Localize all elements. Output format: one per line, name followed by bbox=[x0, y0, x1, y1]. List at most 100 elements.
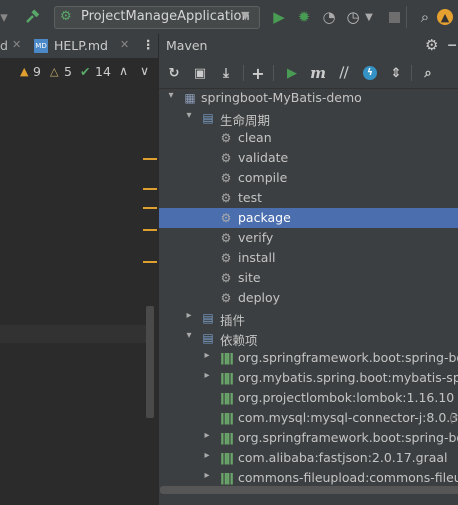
next-highlight-icon[interactable]: ∨ bbox=[140, 63, 149, 78]
library-icon: ǁǁ bbox=[220, 451, 234, 465]
phase-label: verify bbox=[238, 230, 274, 245]
gear-icon: ⚙ bbox=[220, 151, 232, 165]
lifecycle-phase-install[interactable]: ⚙ install bbox=[159, 248, 458, 268]
debug-icon[interactable]: ✹ bbox=[295, 8, 313, 26]
warning-count: 9 bbox=[33, 64, 41, 79]
dependency-label: com.alibaba:fastjson:2.0.17.graal bbox=[238, 450, 448, 465]
run-maven-build-icon[interactable]: ▶ bbox=[283, 64, 301, 82]
add-icon[interactable]: + bbox=[249, 64, 267, 83]
tab-label: HELP.md bbox=[54, 38, 108, 53]
more-tabs-icon[interactable]: ⋮ bbox=[142, 37, 155, 52]
lifecycle-phase-test[interactable]: ⚙ test bbox=[159, 188, 458, 208]
coverage-icon[interactable]: ◔ bbox=[320, 8, 338, 26]
dependency-item[interactable]: ǁǁ com.mysql:mysql-connector-j:8.0.31 (r bbox=[159, 408, 458, 428]
warning-icon: ▲ bbox=[20, 65, 29, 78]
expanded-arrow-icon[interactable]: ▾ bbox=[183, 110, 195, 121]
more-run-chevron-icon[interactable]: ▼ bbox=[364, 8, 374, 26]
phase-label: validate bbox=[238, 150, 289, 165]
tree-lifecycle-node[interactable]: ▾ ▤ 生命周期 bbox=[159, 108, 458, 128]
maven-tool-window: Maven ⚙ − ↻ ▣ ⤓ + ▶ m ⧸⧸ ϟ ⇕ ⌕ ▾ ▦ sprin… bbox=[158, 34, 458, 505]
dependency-item[interactable]: ▸ ǁǁ org.springframework.boot:spring-boo… bbox=[159, 348, 458, 368]
lifecycle-phase-deploy[interactable]: ⚙ deploy bbox=[159, 288, 458, 308]
warning-stripe-mark[interactable] bbox=[143, 229, 157, 231]
lifecycle-phase-compile[interactable]: ⚙ compile bbox=[159, 168, 458, 188]
search-icon[interactable]: ⌕ bbox=[416, 8, 434, 26]
execute-maven-goal-icon[interactable]: m bbox=[309, 64, 327, 82]
profile-icon[interactable]: ◷ bbox=[344, 8, 362, 26]
collapsed-arrow-icon[interactable]: ▸ bbox=[201, 430, 213, 441]
build-hammer-icon[interactable] bbox=[24, 8, 42, 26]
dependency-item[interactable]: ▸ ǁǁ org.mybatis.spring.boot:mybatis-spr… bbox=[159, 368, 458, 388]
gear-icon: ⚙ bbox=[220, 191, 232, 205]
lifecycle-phase-site[interactable]: ⚙ site bbox=[159, 268, 458, 288]
run-icon[interactable]: ▶ bbox=[270, 8, 288, 26]
tab-label-partial[interactable]: d bbox=[0, 38, 8, 53]
analyze-dependencies-icon[interactable]: ⌕ bbox=[419, 64, 437, 82]
code-editor[interactable] bbox=[0, 58, 158, 505]
expanded-arrow-icon[interactable]: ▾ bbox=[183, 330, 195, 341]
collapsed-arrow-icon[interactable]: ▸ bbox=[183, 310, 195, 321]
dependency-label: org.springframework.boot:spring-boot bbox=[238, 430, 458, 445]
toolbar-divider bbox=[273, 65, 274, 81]
phase-label: clean bbox=[238, 130, 272, 145]
collapse-all-icon[interactable]: ⇕ bbox=[387, 64, 405, 82]
editor-scrollbar[interactable] bbox=[146, 306, 154, 418]
plugins-label: 插件 bbox=[220, 313, 246, 328]
maven-title: Maven bbox=[166, 38, 208, 53]
gear-icon: ⚙ bbox=[220, 231, 232, 245]
add-maven-projects-icon[interactable]: ▣ bbox=[191, 64, 209, 82]
stop-icon[interactable] bbox=[385, 8, 403, 26]
run-configuration-selector[interactable]: ⚙ ProjectManageApplication ▼ bbox=[54, 6, 260, 29]
collapsed-arrow-icon[interactable]: ▸ bbox=[201, 470, 213, 481]
markdown-file-icon: MD bbox=[34, 39, 48, 53]
gear-icon: ⚙ bbox=[220, 171, 232, 185]
expanded-arrow-icon[interactable]: ▾ bbox=[165, 90, 177, 101]
dropdown-chevron-icon[interactable]: ▾ bbox=[0, 8, 8, 26]
lifecycle-phase-validate[interactable]: ⚙ validate bbox=[159, 148, 458, 168]
close-tab-icon[interactable]: ✕ bbox=[120, 38, 129, 51]
library-icon: ǁǁ bbox=[220, 431, 234, 445]
spring-boot-icon: ⚙ bbox=[60, 9, 72, 24]
warning-stripe-mark[interactable] bbox=[143, 188, 157, 190]
tree-project-node[interactable]: ▾ ▦ springboot-MyBatis-demo bbox=[159, 88, 458, 108]
lifecycle-phase-verify[interactable]: ⚙ verify bbox=[159, 228, 458, 248]
lifecycle-phase-package[interactable]: ⚙ package bbox=[159, 208, 458, 228]
warning-stripe-mark[interactable] bbox=[143, 261, 157, 263]
gear-icon: ⚙ bbox=[220, 271, 232, 285]
warning-stripe-mark[interactable] bbox=[143, 207, 157, 209]
toggle-offline-icon[interactable]: ⧸⧸ bbox=[335, 64, 353, 82]
hide-window-icon[interactable]: − bbox=[447, 37, 457, 52]
update-icon[interactable]: ▲ bbox=[436, 8, 454, 26]
chevron-down-icon: ▼ bbox=[241, 9, 250, 22]
dependencies-folder-icon: ▤ bbox=[202, 331, 214, 345]
inspection-widget[interactable]: ▲ 9 △ 5 ✔ 14 ∧ ∨ bbox=[0, 60, 158, 84]
dependency-item[interactable]: ▸ ǁǁ org.springframework.boot:spring-boo… bbox=[159, 428, 458, 448]
dependency-item[interactable]: ▸ ǁǁ com.alibaba:fastjson:2.0.17.graal bbox=[159, 448, 458, 468]
phase-label: test bbox=[238, 190, 263, 205]
weak-warning-icon: △ bbox=[50, 65, 59, 78]
weak-warning-count: 5 bbox=[64, 64, 72, 79]
tree-dependencies-node[interactable]: ▾ ▤ 依赖项 bbox=[159, 328, 458, 348]
reload-icon[interactable]: ↻ bbox=[165, 64, 183, 82]
dependency-scope: (r bbox=[449, 410, 458, 425]
previous-highlight-icon[interactable]: ∧ bbox=[119, 63, 128, 78]
settings-gear-icon[interactable]: ⚙ bbox=[425, 36, 438, 54]
collapsed-arrow-icon[interactable]: ▸ bbox=[201, 350, 213, 361]
collapsed-arrow-icon[interactable]: ▸ bbox=[201, 370, 213, 381]
dependency-label: com.mysql:mysql-connector-j:8.0.31 bbox=[238, 410, 458, 425]
dependency-item[interactable]: ǁǁ org.projectlombok:lombok:1.16.10 bbox=[159, 388, 458, 408]
library-icon: ǁǁ bbox=[220, 411, 234, 425]
collapsed-arrow-icon[interactable]: ▸ bbox=[201, 450, 213, 461]
skip-tests-icon[interactable]: ϟ bbox=[361, 64, 379, 82]
horizontal-scrollbar[interactable] bbox=[160, 486, 458, 494]
dependency-item[interactable]: ▸ ǁǁ commons-fileupload:commons-fileupl bbox=[159, 468, 458, 488]
tree-plugins-node[interactable]: ▸ ▤ 插件 bbox=[159, 308, 458, 328]
library-icon: ǁǁ bbox=[220, 471, 234, 485]
lifecycle-phase-clean[interactable]: ⚙ clean bbox=[159, 128, 458, 148]
check-count: 14 bbox=[95, 64, 111, 79]
warning-stripe-mark[interactable] bbox=[143, 158, 157, 160]
close-tab-icon[interactable]: ✕ bbox=[12, 38, 21, 51]
download-sources-icon[interactable]: ⤓ bbox=[217, 64, 235, 82]
lifecycle-label: 生命周期 bbox=[220, 113, 271, 128]
toolbar-divider bbox=[243, 65, 244, 81]
